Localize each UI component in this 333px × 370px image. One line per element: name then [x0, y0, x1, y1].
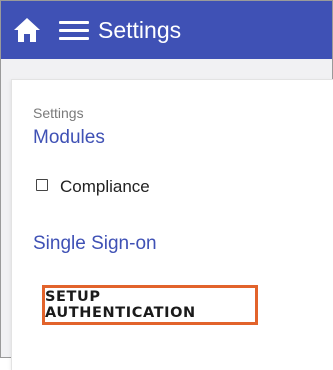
modules-link[interactable]: Modules [33, 127, 105, 149]
setup-authentication-button[interactable]: SETUP AUTHENTICATION [42, 285, 258, 325]
hamburger-menu-icon[interactable] [59, 20, 89, 42]
home-icon[interactable] [12, 16, 42, 44]
page-title: Settings [98, 17, 182, 43]
content-area: Settings Modules Compliance Single Sign-… [1, 59, 333, 370]
compliance-checkbox-row[interactable]: Compliance [36, 175, 150, 199]
app-header: Settings [1, 1, 332, 59]
compliance-checkbox[interactable] [36, 178, 48, 191]
compliance-label: Compliance [60, 177, 150, 196]
breadcrumb: Settings [33, 105, 84, 121]
settings-card: Settings Modules Compliance Single Sign-… [11, 79, 333, 370]
single-sign-on-link[interactable]: Single Sign-on [33, 233, 157, 255]
